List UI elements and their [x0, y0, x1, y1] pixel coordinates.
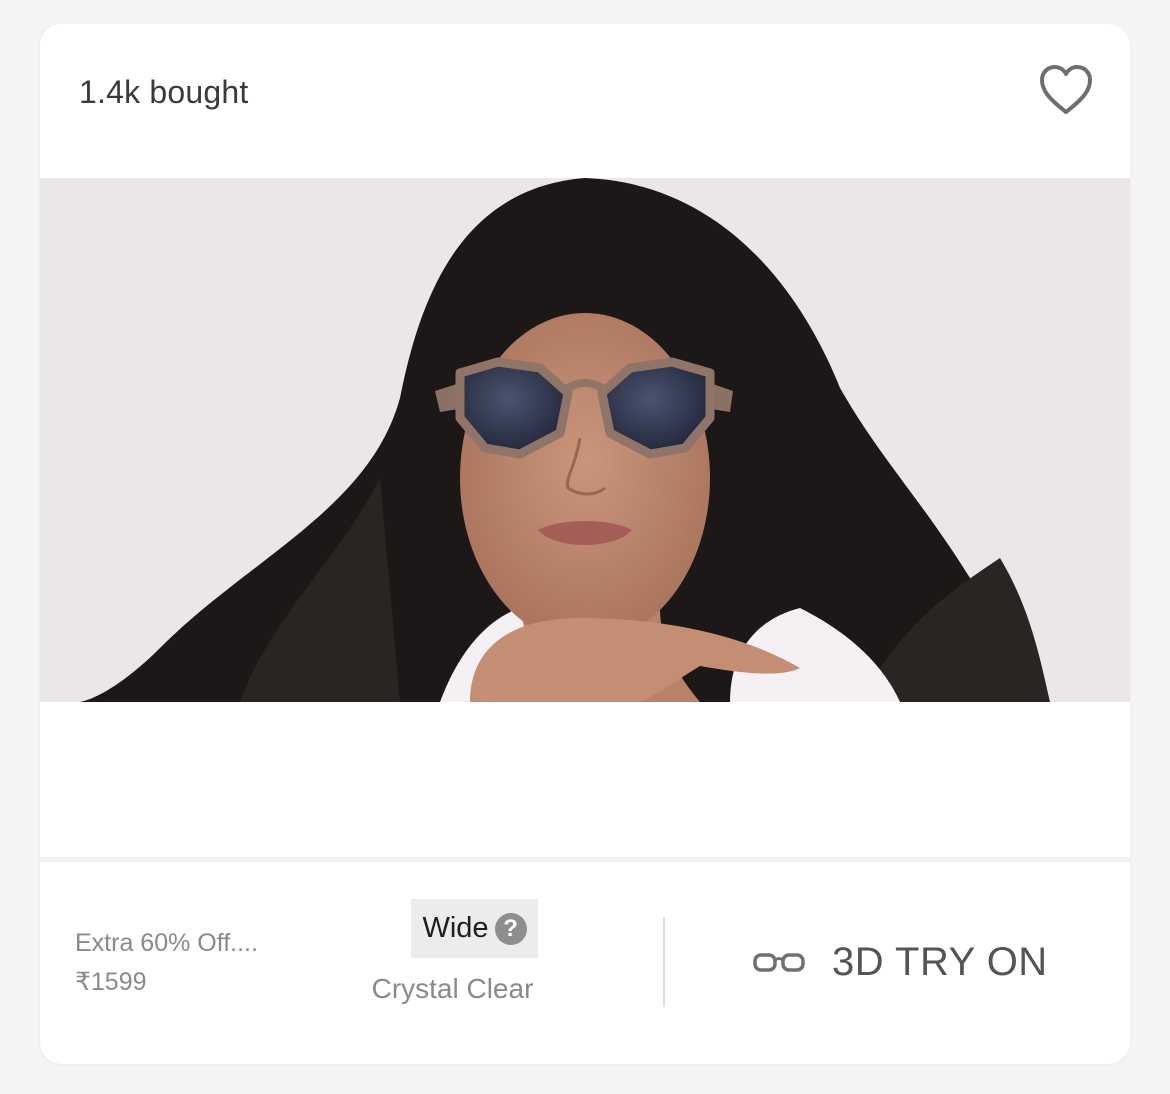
- offer-text: Extra 60% Off....: [75, 929, 258, 957]
- model-photo: [40, 178, 1130, 702]
- heart-icon[interactable]: [1038, 64, 1094, 116]
- product-card[interactable]: 1.4k bought Extra 60% Off.... ₹1599 Wide…: [40, 24, 1130, 1064]
- frame-color: Crystal Clear: [371, 973, 534, 1004]
- try-on-label: 3D TRY ON: [832, 939, 1048, 984]
- frame-size-badge[interactable]: Wide ?: [411, 899, 538, 958]
- glasses-icon: [753, 953, 805, 972]
- help-icon[interactable]: ?: [494, 912, 527, 945]
- 3d-try-on-button[interactable]: 3D TRY ON: [752, 936, 1048, 988]
- price: ₹1599: [75, 968, 147, 996]
- bought-count: 1.4k bought: [79, 74, 249, 110]
- product-image[interactable]: [40, 178, 1130, 702]
- frame-size-label: Wide: [422, 912, 489, 944]
- section-divider: [40, 857, 1130, 862]
- vertical-divider: [663, 917, 665, 1007]
